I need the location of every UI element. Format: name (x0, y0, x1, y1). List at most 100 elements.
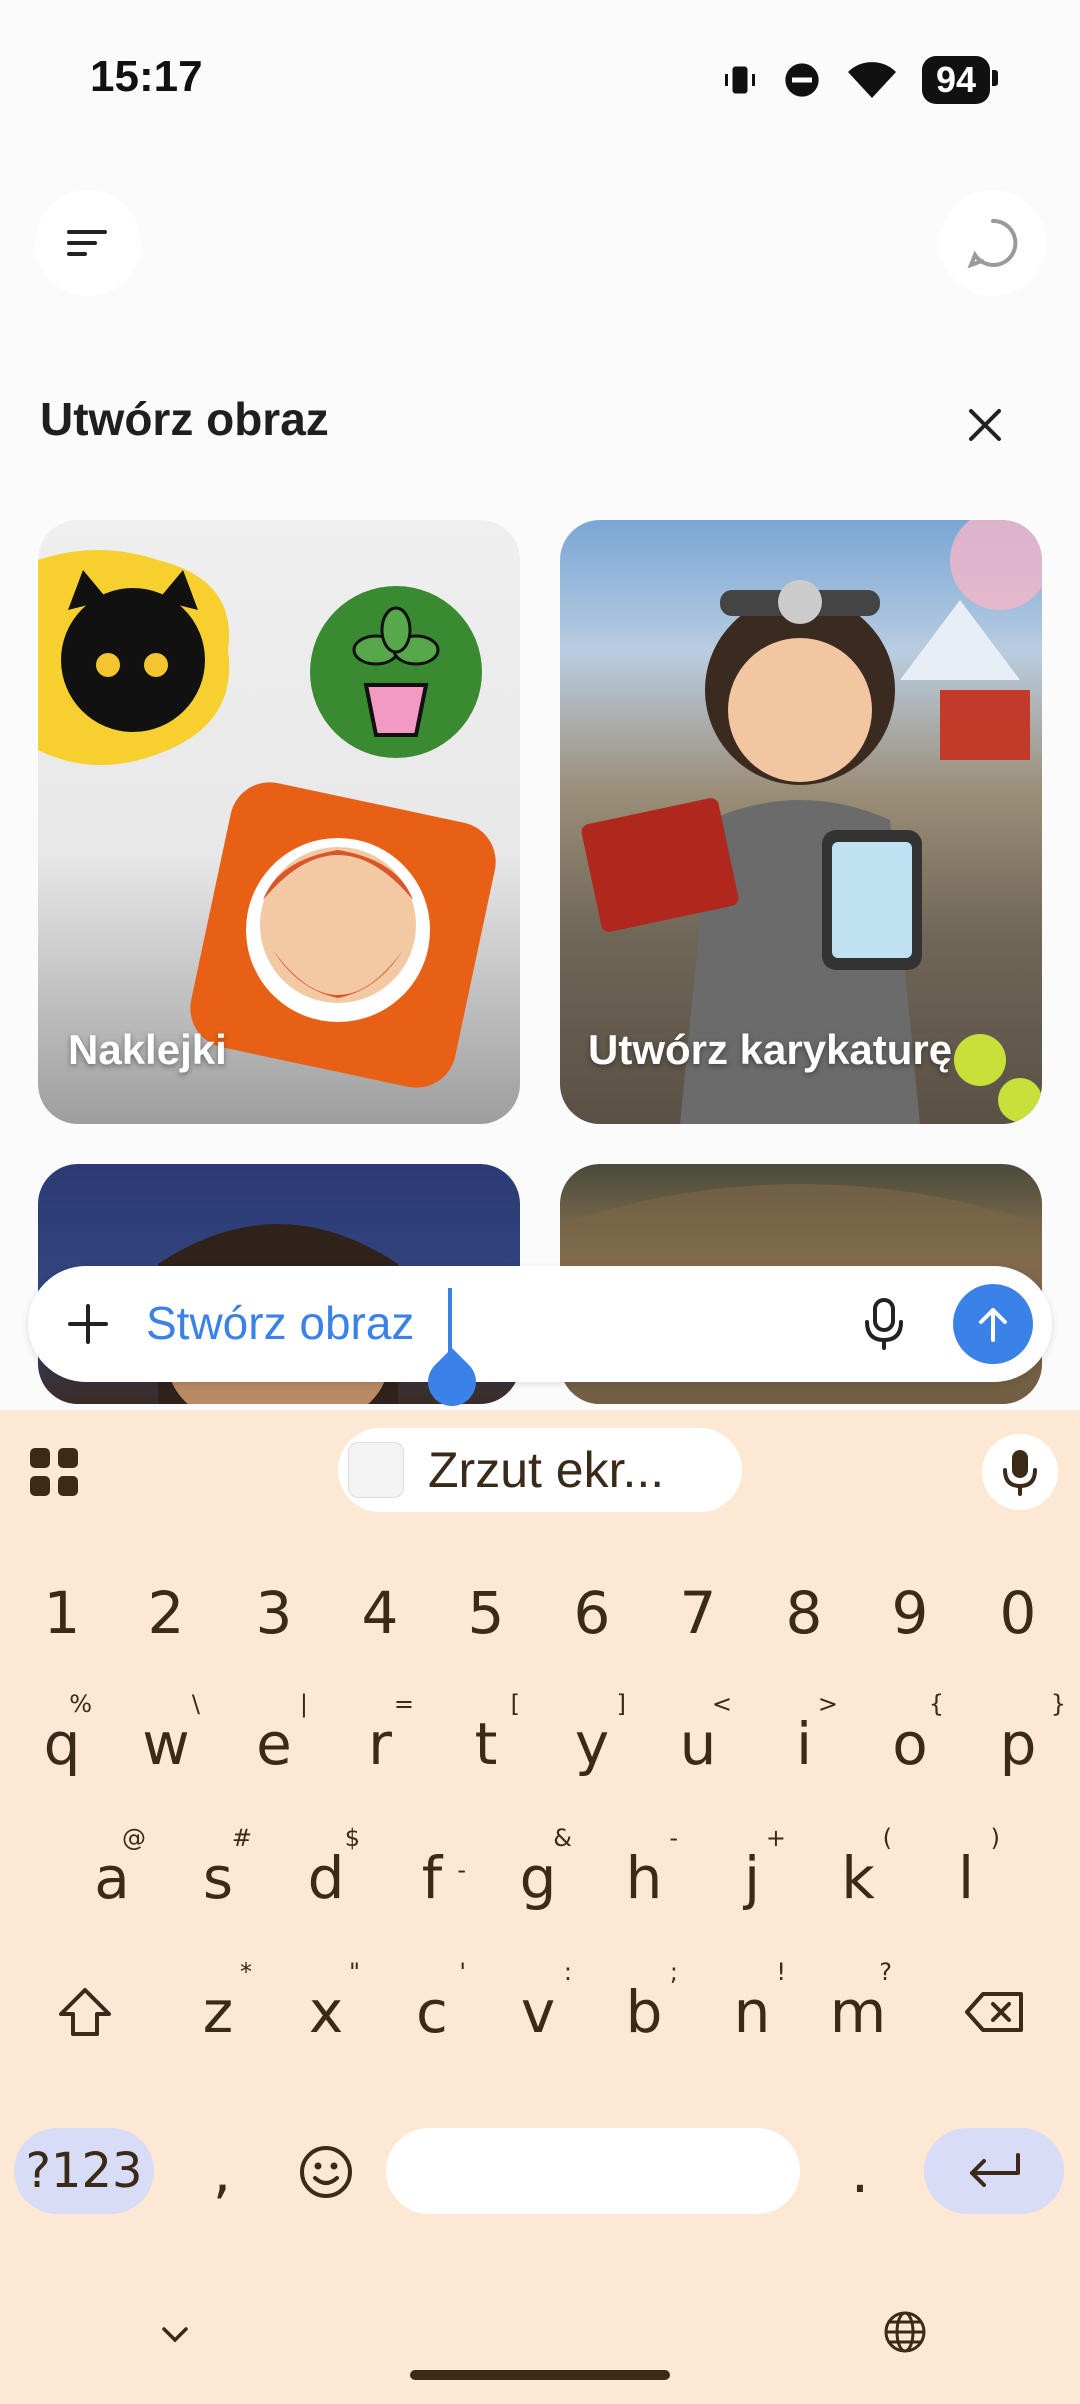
key-label: y (574, 1710, 610, 1778)
key-hint: < (711, 1690, 732, 1718)
key-2[interactable]: 2 (114, 1558, 218, 1668)
period-key[interactable]: . (808, 2110, 912, 2234)
key-b[interactable]: b; (592, 1950, 696, 2074)
caricature-card-label: Utwórz karykaturę (588, 1026, 953, 1073)
key-p[interactable]: p} (966, 1682, 1070, 1806)
key-label: p (999, 1710, 1037, 1778)
menu-icon (67, 230, 107, 256)
key-label: e (256, 1710, 292, 1778)
key-hint: ' (459, 1958, 466, 1986)
key-y[interactable]: y] (540, 1682, 644, 1806)
screenshot-thumbnail (348, 1442, 404, 1498)
key-label: v (520, 1978, 556, 2046)
backspace-key[interactable] (930, 1950, 1060, 2074)
globe-icon (884, 2311, 926, 2353)
key-7[interactable]: 7 (646, 1558, 750, 1668)
add-attachment-button[interactable] (52, 1288, 124, 1360)
key-hint: = (393, 1690, 414, 1718)
key-hint: * (240, 1958, 252, 1986)
key-5[interactable]: 5 (434, 1558, 538, 1668)
key-hint: { (928, 1690, 944, 1718)
key-r[interactable]: r = (328, 1682, 432, 1806)
chat-icon (967, 218, 1018, 269)
language-switch-button[interactable] (880, 2302, 930, 2362)
key-hint: } (1050, 1690, 1066, 1718)
key-w[interactable]: w \ (114, 1682, 218, 1806)
key-e[interactable]: e | (222, 1682, 326, 1806)
key-s[interactable]: s # (166, 1816, 270, 1940)
menu-button[interactable] (35, 190, 141, 296)
grid-icon (30, 1448, 78, 1496)
key-u[interactable]: u < (646, 1682, 750, 1806)
prompt-input[interactable]: Stwórz obraz (146, 1296, 414, 1350)
comma-key[interactable]: , (170, 2110, 274, 2234)
status-bar: 15:17 94 (0, 0, 1080, 160)
key-hint: ( (882, 1824, 892, 1852)
key-g[interactable]: g & (486, 1816, 590, 1940)
key-4[interactable]: 4 (328, 1558, 432, 1668)
key-o[interactable]: o{ (858, 1682, 962, 1806)
caret-handle[interactable] (418, 1348, 486, 1416)
key-i[interactable]: i > (752, 1682, 856, 1806)
status-icons: 94 (722, 56, 999, 104)
key-label: q (43, 1710, 81, 1778)
arrow-up-icon (979, 1308, 1007, 1342)
key-hint: & (553, 1824, 572, 1852)
keyboard-voice-button[interactable] (982, 1434, 1058, 1510)
key-q[interactable]: q% (10, 1682, 114, 1806)
send-button[interactable] (953, 1284, 1033, 1364)
caricature-card[interactable]: Utwórz karykaturę (560, 520, 1042, 1124)
key-8[interactable]: 8 (752, 1558, 856, 1668)
key-hint: - (669, 1824, 678, 1852)
clipboard-suggestion-chip[interactable]: Zrzut ekr... (338, 1428, 742, 1512)
keyboard-apps-button[interactable] (26, 1444, 82, 1500)
key-m[interactable]: m? (806, 1950, 910, 2074)
emoji-key[interactable] (274, 2110, 378, 2234)
symbols-key[interactable]: ?123 (14, 2128, 154, 2214)
stickers-card[interactable]: Naklejki (38, 520, 520, 1124)
key-hint: ) (990, 1824, 1000, 1852)
key-k[interactable]: k( (806, 1816, 910, 1940)
space-key[interactable] (386, 2128, 800, 2214)
key-n[interactable]: n! (700, 1950, 804, 2074)
key-label: l (957, 1844, 975, 1912)
voice-input-button[interactable] (848, 1288, 920, 1360)
key-hint: ; (669, 1958, 678, 1986)
key-label: g (519, 1844, 557, 1912)
key-t[interactable]: t[ (434, 1682, 538, 1806)
key-c[interactable]: c ' (380, 1950, 484, 2074)
key-9[interactable]: 9 (858, 1558, 962, 1668)
close-button[interactable] (950, 392, 1020, 458)
key-z[interactable]: z * (166, 1950, 270, 2074)
key-f[interactable]: f- (380, 1816, 484, 1940)
new-chat-button[interactable] (940, 190, 1046, 296)
key-6[interactable]: 6 (540, 1558, 644, 1668)
key-l[interactable]: l) (914, 1816, 1018, 1940)
key-d[interactable]: d $ (274, 1816, 378, 1940)
key-label: h (625, 1844, 663, 1912)
enter-key[interactable] (924, 2128, 1064, 2214)
home-indicator[interactable] (410, 2370, 670, 2380)
key-label: c (416, 1978, 448, 2046)
chevron-down-icon (162, 2327, 188, 2343)
key-hint: ! (776, 1958, 786, 1986)
hide-keyboard-button[interactable] (150, 2310, 200, 2360)
emoji-icon (300, 2146, 352, 2198)
key-j[interactable]: j + (700, 1816, 804, 1940)
key-h[interactable]: h- (592, 1816, 696, 1940)
key-label: b (625, 1978, 663, 2046)
key-0[interactable]: 0 (966, 1558, 1070, 1668)
key-a[interactable]: a @ (60, 1816, 164, 1940)
prompt-input-bar[interactable]: Stwórz obraz (28, 1266, 1052, 1416)
key-hint: ] (616, 1690, 626, 1718)
shift-key[interactable] (20, 1950, 150, 2074)
dnd-icon (785, 63, 819, 97)
key-hint: \ (191, 1690, 200, 1718)
key-x[interactable]: x " (274, 1950, 378, 2074)
key-label: k (841, 1844, 875, 1912)
key-v[interactable]: v: (486, 1950, 590, 2074)
key-hint: @ (122, 1824, 146, 1852)
clipboard-suggestion-label: Zrzut ekr... (428, 1442, 665, 1498)
key-1[interactable]: 1 (10, 1558, 114, 1668)
key-3[interactable]: 3 (222, 1558, 326, 1668)
